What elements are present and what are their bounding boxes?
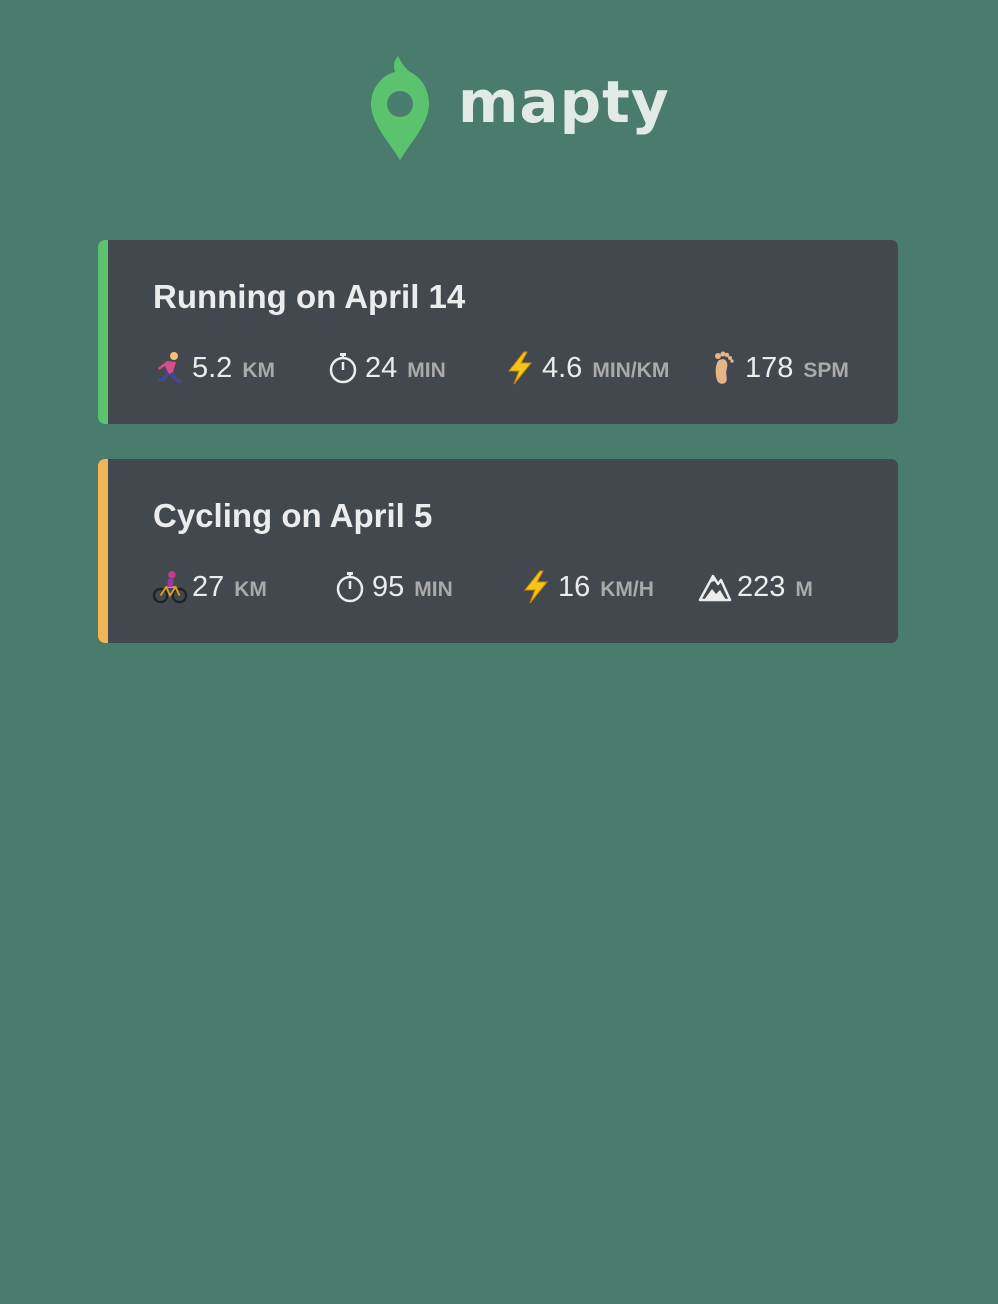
detail-unit: SPM: [803, 359, 849, 382]
detail-value: 4.6: [542, 351, 583, 384]
detail-value: 95: [372, 570, 405, 603]
workout-list: Running on April 14 5.2 KM 24 MIN 4.6 MI…: [98, 240, 898, 678]
workout-detail-duration: 24 MIN: [326, 346, 446, 390]
runner-icon: [153, 350, 187, 386]
workout-detail-distance: 27 KM: [153, 565, 267, 609]
detail-unit: MIN/KM: [592, 359, 670, 382]
stopwatch-icon: [333, 569, 367, 605]
workout-item-cycling[interactable]: Cycling on April 5 27 KM 95 MIN 16 KM/H …: [98, 459, 898, 643]
mapty-logo: mapty: [370, 56, 670, 160]
workout-detail-elevation: 223 M: [698, 565, 813, 609]
workout-detail-speed: 16 KM/H: [519, 565, 654, 609]
app-name: mapty: [458, 68, 670, 136]
cyclist-icon: [153, 569, 187, 605]
lightning-icon: [503, 350, 537, 386]
workout-title: Running on April 14: [153, 278, 466, 315]
workout-detail-cadence: 178 SPM: [706, 346, 849, 390]
detail-unit: MIN: [414, 578, 453, 601]
map-pin-icon: [371, 56, 429, 160]
detail-unit: M: [795, 578, 813, 601]
detail-unit: KM/H: [600, 578, 654, 601]
foot-icon: [706, 350, 740, 386]
workout-details: 27 KM 95 MIN 16 KM/H 223 M: [153, 565, 873, 609]
detail-unit: KM: [234, 578, 267, 601]
workout-item-running[interactable]: Running on April 14 5.2 KM 24 MIN 4.6 MI…: [98, 240, 898, 424]
mountain-icon: [698, 569, 732, 605]
workout-detail-pace: 4.6 MIN/KM: [503, 346, 669, 390]
workout-details: 5.2 KM 24 MIN 4.6 MIN/KM 178 SPM: [153, 346, 873, 390]
workout-title: Cycling on April 5: [153, 497, 433, 534]
detail-value: 27: [192, 570, 225, 603]
workout-detail-distance: 5.2 KM: [153, 346, 275, 390]
detail-value: 24: [365, 351, 398, 384]
lightning-icon: [519, 569, 553, 605]
workout-detail-duration: 95 MIN: [333, 565, 453, 609]
stopwatch-icon: [326, 350, 360, 386]
detail-value: 223: [737, 570, 786, 603]
detail-unit: MIN: [407, 359, 446, 382]
detail-value: 5.2: [192, 351, 233, 384]
detail-value: 178: [745, 351, 794, 384]
detail-unit: KM: [242, 359, 275, 382]
detail-value: 16: [558, 570, 591, 603]
